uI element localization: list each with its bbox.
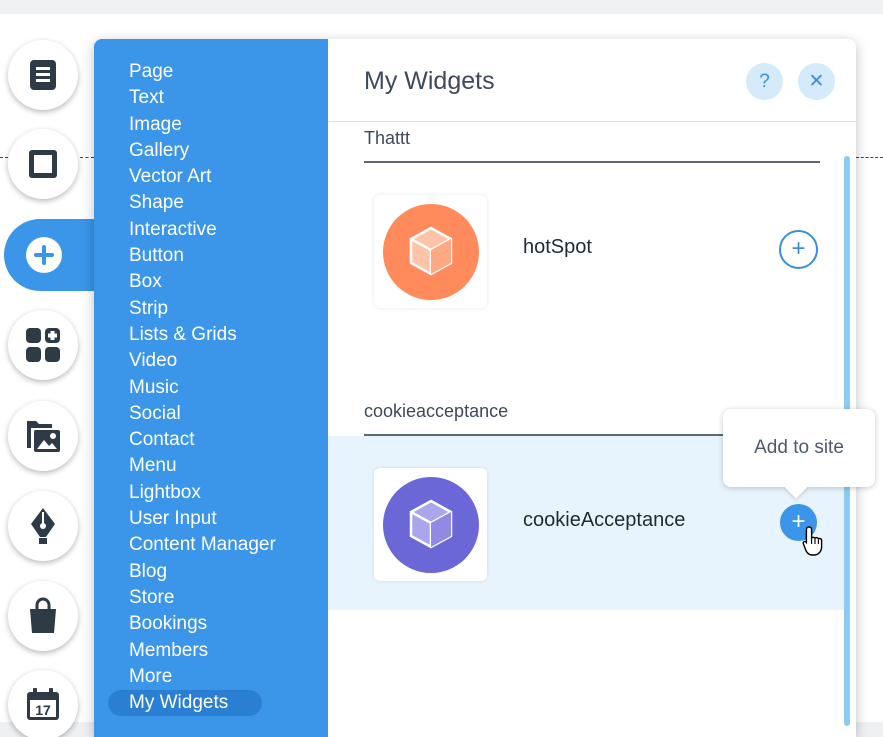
pages-icon <box>30 60 56 90</box>
design-pen-icon <box>31 508 55 544</box>
category-page[interactable]: Page <box>129 59 276 85</box>
category-button[interactable]: Button <box>129 243 276 269</box>
category-content-manager[interactable]: Content Manager <box>129 532 276 558</box>
section-title-thattt: Thattt <box>364 128 411 148</box>
add-to-site-tooltip: Add to site <box>723 409 875 487</box>
widget-name-cookieacceptance: cookieAcceptance <box>523 509 686 531</box>
panel-title: My Widgets <box>364 67 495 95</box>
widget-thumbnail-hotspot[interactable] <box>374 195 487 308</box>
category-vector-art[interactable]: Vector Art <box>129 164 276 190</box>
header-divider <box>328 121 856 122</box>
media-button[interactable] <box>8 401 78 471</box>
category-bookings[interactable]: Bookings <box>129 611 276 637</box>
store-button[interactable] <box>8 581 78 651</box>
section-title-cookieacceptance: cookieacceptance <box>364 401 509 421</box>
category-list: Page Text Image Gallery Vector Art Shape… <box>94 39 328 737</box>
category-my-widgets[interactable]: My Widgets <box>108 690 262 716</box>
category-interactive[interactable]: Interactive <box>129 217 276 243</box>
help-button[interactable]: ? <box>746 63 783 100</box>
category-store[interactable]: Store <box>129 585 276 611</box>
store-bag-icon <box>30 597 56 633</box>
guide-line-mid <box>80 157 94 158</box>
widget-name-hotspot: hotSpot <box>523 236 592 258</box>
hand-cursor-icon <box>802 526 823 556</box>
category-shape[interactable]: Shape <box>129 190 276 216</box>
category-gallery[interactable]: Gallery <box>129 138 276 164</box>
cube-icon <box>382 476 479 573</box>
add-icon <box>26 237 62 273</box>
category-lightbox[interactable]: Lightbox <box>129 480 276 506</box>
category-music[interactable]: Music <box>129 375 276 401</box>
guide-line-right <box>856 157 883 158</box>
background-button[interactable] <box>8 129 78 199</box>
cube-icon <box>382 203 479 300</box>
plus-icon: + <box>791 234 806 262</box>
add-apps-button[interactable] <box>8 310 78 380</box>
close-button[interactable]: ✕ <box>798 63 835 100</box>
category-image[interactable]: Image <box>129 112 276 138</box>
category-text[interactable]: Text <box>129 85 276 111</box>
calendar-day: 17 <box>35 702 51 718</box>
design-button[interactable] <box>8 491 78 561</box>
category-contact[interactable]: Contact <box>129 427 276 453</box>
add-elements-button[interactable] <box>4 219 104 291</box>
widgets-content: My Widgets ? ✕ Thattt hotSpot + cookieac… <box>328 39 856 737</box>
media-icon <box>27 421 60 452</box>
category-more[interactable]: More <box>129 664 276 690</box>
category-video[interactable]: Video <box>129 348 276 374</box>
close-icon: ✕ <box>808 71 825 92</box>
add-apps-icon <box>26 328 60 362</box>
guide-line-left <box>0 157 8 158</box>
editor-topbar <box>0 0 883 14</box>
category-social[interactable]: Social <box>129 401 276 427</box>
category-lists-grids[interactable]: Lists & Grids <box>129 322 276 348</box>
bookings-button[interactable]: 17 <box>8 670 78 737</box>
section-divider <box>364 161 820 163</box>
category-blog[interactable]: Blog <box>129 559 276 585</box>
widget-thumbnail-cookieacceptance[interactable] <box>374 468 487 581</box>
category-box[interactable]: Box <box>129 269 276 295</box>
calendar-icon: 17 <box>27 688 59 720</box>
add-hotspot-button[interactable]: + <box>779 230 818 269</box>
background-icon <box>29 150 57 178</box>
category-strip[interactable]: Strip <box>129 296 276 322</box>
category-members[interactable]: Members <box>129 638 276 664</box>
category-user-input[interactable]: User Input <box>129 506 276 532</box>
category-items: Page Text Image Gallery Vector Art Shape… <box>108 59 276 716</box>
category-menu[interactable]: Menu <box>129 453 276 479</box>
add-panel: Page Text Image Gallery Vector Art Shape… <box>94 39 856 737</box>
pages-button[interactable] <box>8 40 78 110</box>
